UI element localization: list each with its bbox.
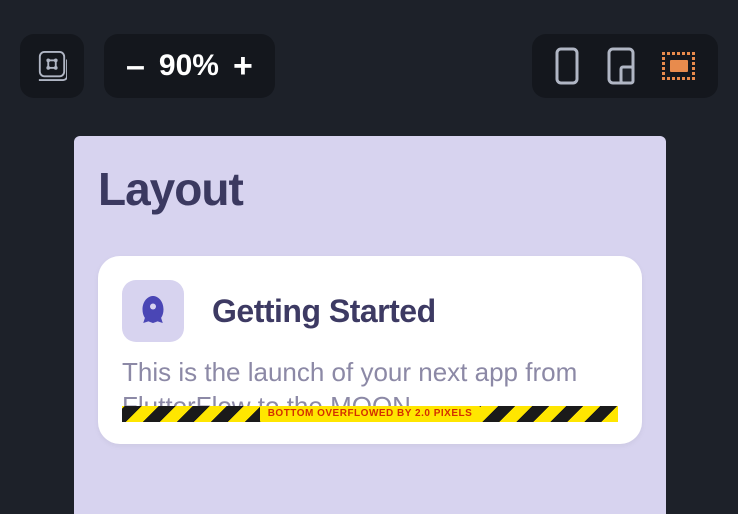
device-grid-button[interactable] [662,52,696,80]
top-toolbar: – 90% + [0,34,738,98]
card-title: Getting Started [212,293,436,330]
design-canvas[interactable]: Layout Getting Started This is the launc… [74,136,666,514]
command-icon [37,51,67,81]
overflow-warning-label: BOTTOM OVERFLOWED BY 2.0 PIXELS [260,406,481,422]
zoom-control: – 90% + [104,34,275,98]
mobile-icon [554,47,580,85]
device-tablet-button[interactable] [606,47,636,85]
zoom-value: 90% [159,49,219,83]
card-icon-badge [122,280,184,342]
zoom-out-button[interactable]: – [126,49,145,83]
getting-started-card[interactable]: Getting Started This is the launch of yo… [98,256,642,444]
zoom-in-button[interactable]: + [233,49,253,83]
card-header: Getting Started [122,280,618,342]
tablet-icon [606,47,636,85]
keyboard-shortcuts-button[interactable] [20,34,84,98]
device-mobile-button[interactable] [554,47,580,85]
rocket-icon [135,293,171,329]
overflow-warning-strip: BOTTOM OVERFLOWED BY 2.0 PIXELS [122,406,618,422]
device-preview-group [532,34,718,98]
page-title: Layout [98,162,642,216]
pixel-grid-icon [662,52,696,80]
